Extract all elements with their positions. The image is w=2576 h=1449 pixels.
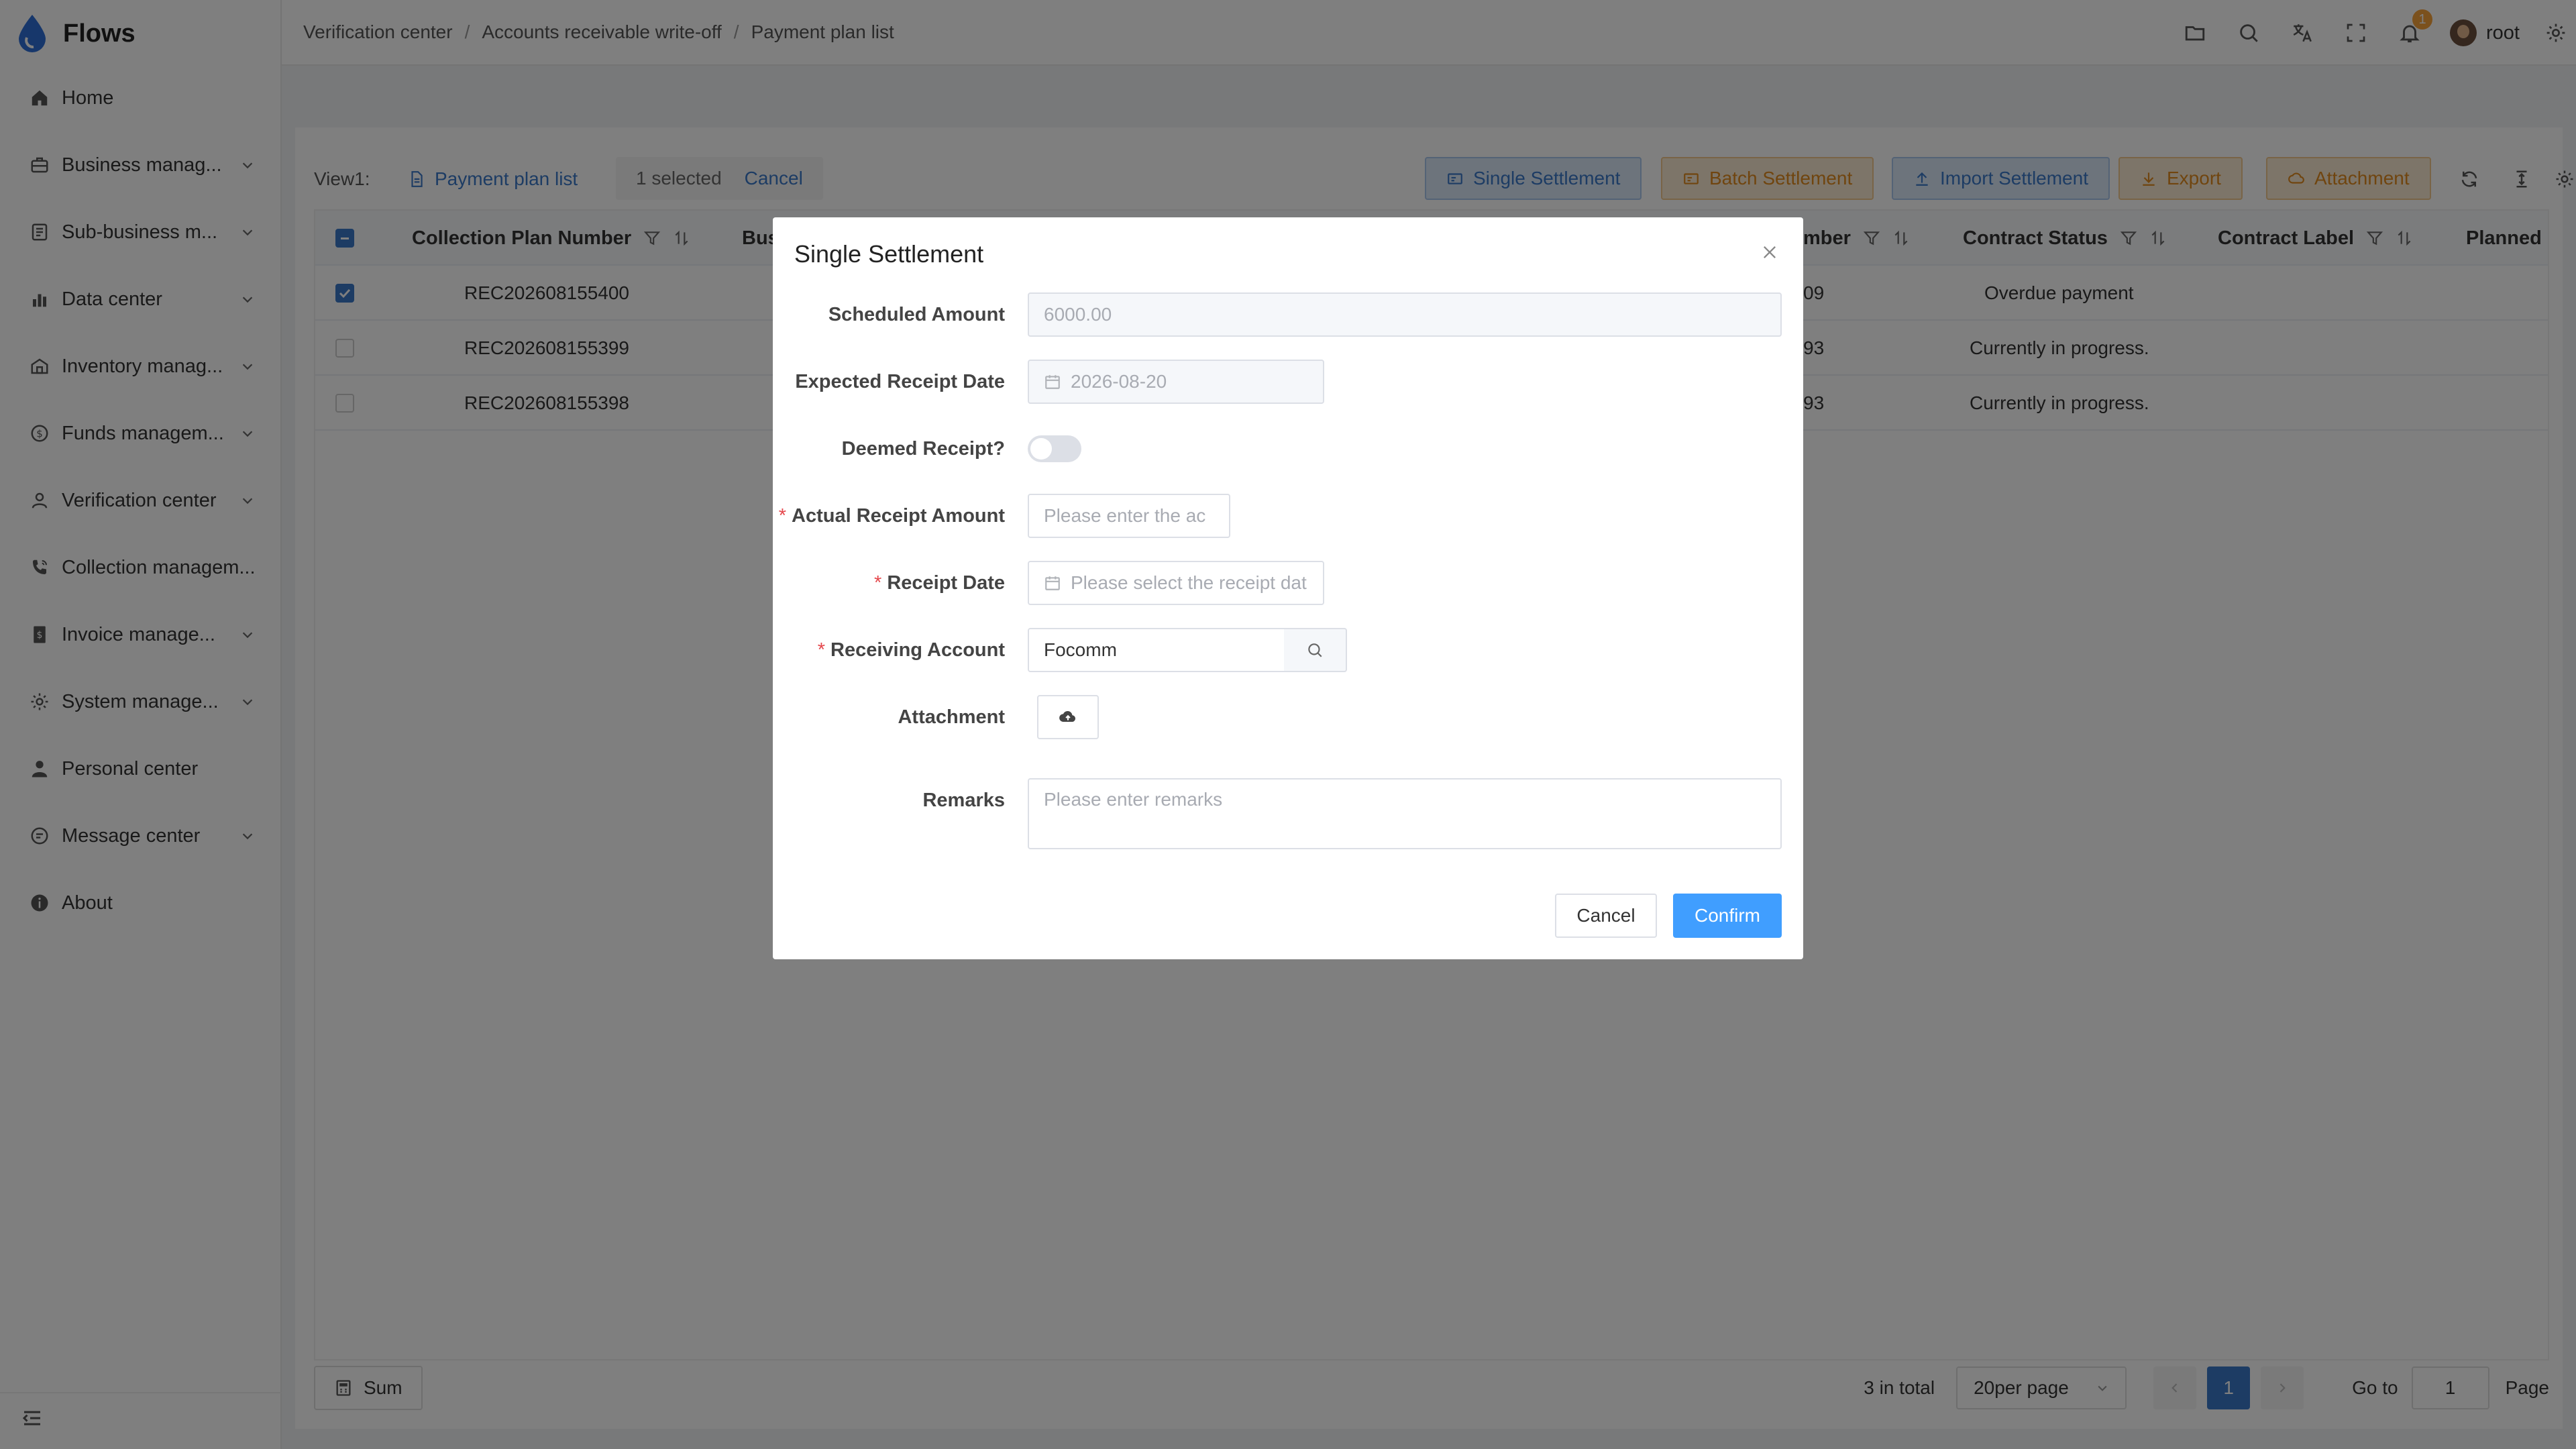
calendar-icon <box>1044 373 1061 390</box>
actual-receipt-amount-placeholder: Please enter the ac <box>1044 505 1206 526</box>
receipt-date-label-text: Receipt Date <box>887 572 1005 594</box>
close-icon[interactable] <box>1755 237 1784 267</box>
deemed-receipt-label: Deemed Receipt? <box>841 438 1005 460</box>
search-icon <box>1306 641 1324 659</box>
deemed-receipt-toggle[interactable] <box>1028 435 1081 462</box>
expected-receipt-date-label: Expected Receipt Date <box>795 371 1005 392</box>
dialog-title: Single Settlement <box>794 240 984 268</box>
receiving-account-input[interactable]: Focomm <box>1028 628 1285 672</box>
receiving-account-label: * Receiving Account <box>818 628 1005 672</box>
required-asterisk: * <box>778 505 787 527</box>
scheduled-amount-field: 6000.00 <box>1028 292 1782 337</box>
attachment-upload-button[interactable] <box>1037 695 1099 739</box>
scheduled-amount-label: Scheduled Amount <box>828 304 1005 325</box>
remarks-placeholder: Please enter remarks <box>1044 789 1223 810</box>
required-asterisk: * <box>874 572 882 594</box>
remarks-textarea[interactable]: Please enter remarks <box>1028 778 1782 849</box>
single-settlement-dialog: Single Settlement Scheduled Amount 6000.… <box>773 217 1803 959</box>
actual-receipt-amount-label-text: Actual Receipt Amount <box>792 505 1005 527</box>
actual-receipt-amount-label: * Actual Receipt Amount <box>779 494 1005 538</box>
receiving-account-label-text: Receiving Account <box>830 639 1005 661</box>
calendar-icon <box>1044 574 1061 592</box>
receipt-date-label: * Receipt Date <box>874 561 1005 605</box>
cancel-button[interactable]: Cancel <box>1555 894 1657 938</box>
expected-receipt-date-field: 2026-08-20 <box>1028 360 1324 404</box>
receipt-date-picker[interactable]: Please select the receipt dat <box>1028 561 1324 605</box>
expected-receipt-date-value: 2026-08-20 <box>1071 371 1167 392</box>
cloud-upload-icon <box>1059 708 1077 727</box>
remarks-label: Remarks <box>922 790 1005 811</box>
confirm-button[interactable]: Confirm <box>1673 894 1782 938</box>
attachment-label: Attachment <box>898 706 1005 728</box>
account-search-button[interactable] <box>1284 628 1347 672</box>
actual-receipt-amount-input[interactable]: Please enter the ac <box>1028 494 1230 538</box>
required-asterisk: * <box>817 639 826 661</box>
receipt-date-placeholder: Please select the receipt dat <box>1071 572 1307 593</box>
